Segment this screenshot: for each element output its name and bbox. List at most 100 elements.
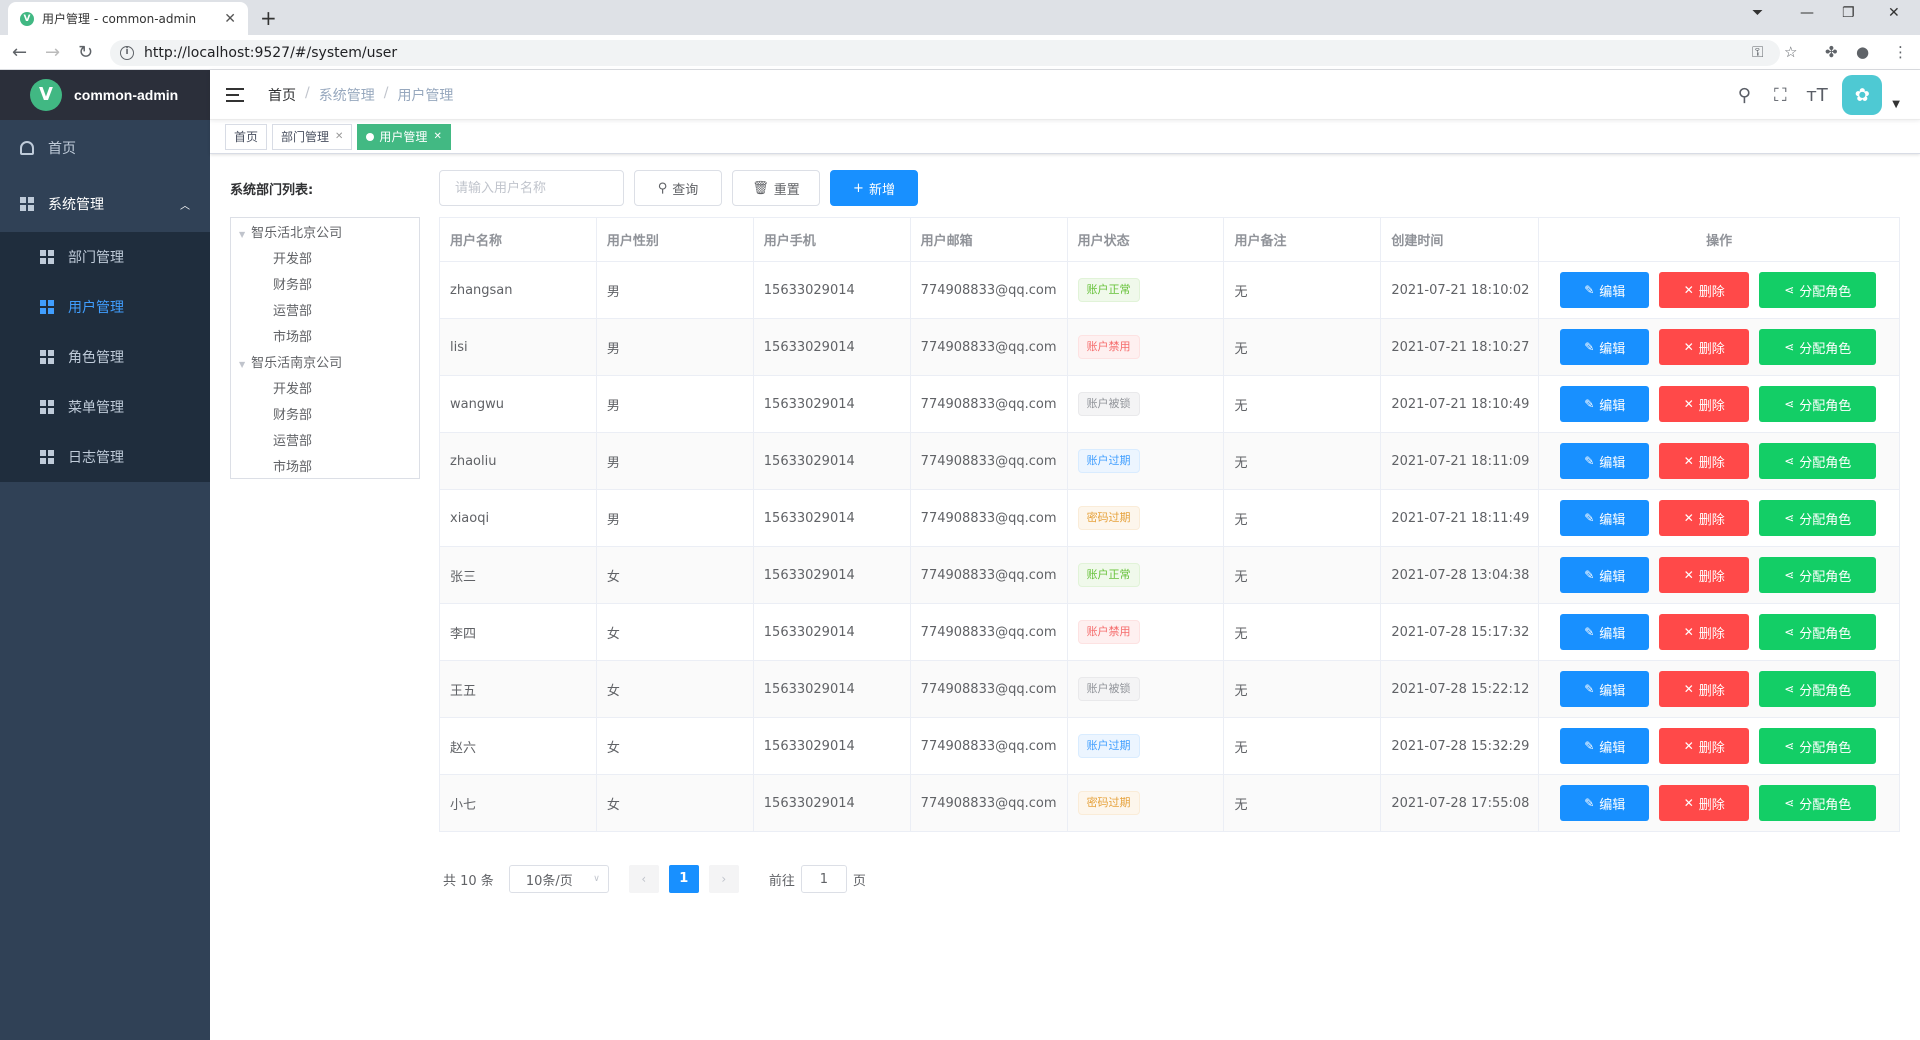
minimize-icon[interactable]: — [1800,5,1814,21]
site-info-icon[interactable]: i [120,46,134,60]
search-icon[interactable]: ⚲ [1734,85,1754,106]
delete-button[interactable]: ✕ 删除 [1659,614,1750,650]
assign-role-button[interactable]: ⋖ 分配角色 [1759,272,1877,308]
hamburger-icon[interactable] [226,87,244,102]
edit-button[interactable]: ✎ 编辑 [1560,443,1650,479]
page-size-select[interactable]: 10条/页 ∨ [508,865,609,893]
assign-role-button[interactable]: ⋖ 分配角色 [1759,728,1877,764]
sidebar-item-dept[interactable]: 部门管理 [0,232,210,282]
close-tag-icon[interactable]: ✕ [433,131,441,142]
tree-node-dept[interactable]: 运营部 [231,299,419,325]
tree-node-company[interactable]: ▼ 智乐活南京公司 [231,351,419,377]
gender-cell: 女 [596,661,754,718]
tree-node-company[interactable]: ▼ 智乐活北京公司 [231,221,419,247]
edit-button[interactable]: ✎ 编辑 [1560,386,1650,422]
edit-button[interactable]: ✎ 编辑 [1560,785,1650,821]
assign-role-button[interactable]: ⋖ 分配角色 [1759,671,1877,707]
tag-home[interactable]: 首页 [225,123,268,150]
tree-node-dept[interactable]: 开发部 [231,247,419,273]
reload-icon[interactable]: ↻ [78,42,93,63]
assign-role-button[interactable]: ⋖ 分配角色 [1759,329,1877,365]
reset-button[interactable]: 🗑 重置 [732,170,820,206]
delete-button[interactable]: ✕ 删除 [1659,386,1750,422]
forward-icon[interactable]: → [45,42,60,63]
logo[interactable]: V common-admin [0,70,210,120]
tree-node-dept[interactable]: 开发部 [231,377,419,403]
column-header: 用户性别 [596,218,754,262]
assign-role-button[interactable]: ⋖ 分配角色 [1759,443,1877,479]
bookmark-star-icon[interactable]: ☆ [1784,43,1797,61]
assign-role-button-label: 分配角色 [1799,284,1852,300]
profile-menu-icon[interactable]: ⏷ [1752,5,1763,21]
tree-node-dept[interactable]: 市场部 [231,455,419,481]
goto-page-input[interactable] [800,865,847,893]
edit-button[interactable]: ✎ 编辑 [1560,671,1650,707]
edit-button[interactable]: ✎ 编辑 [1560,500,1650,536]
account-icon[interactable]: ● [1856,43,1869,61]
delete-button[interactable]: ✕ 删除 [1659,557,1750,593]
caret-down-icon[interactable]: ▼ [1892,99,1900,110]
add-user-button[interactable]: + 新增 [830,170,918,206]
delete-button[interactable]: ✕ 删除 [1659,785,1750,821]
extensions-icon[interactable]: ✤ [1825,43,1838,61]
edit-icon: ✎ [1584,796,1595,810]
restore-icon[interactable]: ❐ [1842,5,1855,21]
assign-role-button[interactable]: ⋖ 分配角色 [1759,500,1877,536]
caret-down-icon[interactable]: ▼ [239,352,245,378]
edit-button[interactable]: ✎ 编辑 [1560,329,1650,365]
delete-button[interactable]: ✕ 删除 [1659,500,1750,536]
tree-node-dept[interactable]: 财务部 [231,273,419,299]
status-cell: 密码过期 [1067,775,1225,832]
close-tag-icon[interactable]: ✕ [335,131,343,142]
fullscreen-icon[interactable]: ⛶ [1770,85,1790,106]
tree-node-dept[interactable]: 运营部 [231,429,419,455]
avatar[interactable]: ✿ [1842,75,1883,115]
new-tab-icon[interactable]: + [260,6,277,30]
sidebar-item-log[interactable]: 日志管理 [0,432,210,482]
window-close-icon[interactable]: ✕ [1888,5,1900,21]
next-page-button[interactable]: › [708,865,739,893]
note-cell: 无 [1224,490,1382,547]
delete-button[interactable]: ✕ 删除 [1659,272,1750,308]
breadcrumb-separator: / [383,84,389,101]
back-icon[interactable]: ← [12,42,27,63]
url-field[interactable]: i http://localhost:9527/#/system/user [110,40,1780,66]
gender-cell: 男 [596,262,754,319]
font-size-icon[interactable]: ᴛT [1806,85,1827,106]
edit-button[interactable]: ✎ 编辑 [1560,557,1650,593]
assign-role-button[interactable]: ⋖ 分配角色 [1759,386,1877,422]
edit-button[interactable]: ✎ 编辑 [1560,728,1650,764]
query-button[interactable]: ⚲ 查询 [634,170,722,206]
gender-cell: 男 [596,319,754,376]
delete-button[interactable]: ✕ 删除 [1659,329,1750,365]
delete-button[interactable]: ✕ 删除 [1659,728,1750,764]
sidebar-item-role[interactable]: 角色管理 [0,332,210,382]
edit-button[interactable]: ✎ 编辑 [1560,272,1650,308]
key-icon[interactable]: ⚿ [1752,43,1763,61]
prev-page-button[interactable]: ‹ [628,865,659,893]
sidebar-item-menu[interactable]: 菜单管理 [0,382,210,432]
actions-cell: ✎ 编辑 ✕ 删除 ⋖ 分配角色 [1539,604,1900,661]
assign-role-button[interactable]: ⋖ 分配角色 [1759,557,1877,593]
edit-button[interactable]: ✎ 编辑 [1560,614,1650,650]
browser-tab[interactable]: V 用户管理 - common-admin ✕ [8,2,248,35]
tag-user[interactable]: 用户管理 ✕ [357,123,451,150]
breadcrumb-home[interactable]: 首页 [268,85,296,105]
tree-node-dept[interactable]: 财务部 [231,403,419,429]
delete-button[interactable]: ✕ 删除 [1659,443,1750,479]
page-number[interactable]: 1 [668,865,699,893]
caret-down-icon[interactable]: ▼ [239,222,245,248]
email-cell: 774908833@qq.com [910,661,1068,718]
tree-node-dept[interactable]: 市场部 [231,325,419,351]
assign-role-button[interactable]: ⋖ 分配角色 [1759,614,1877,650]
close-tab-icon[interactable]: ✕ [224,11,236,27]
delete-button[interactable]: ✕ 删除 [1659,671,1750,707]
assign-role-button[interactable]: ⋖ 分配角色 [1759,785,1877,821]
sidebar-item-label: 角色管理 [68,350,124,366]
more-icon[interactable]: ⋮ [1893,43,1908,61]
sidebar-item-system[interactable]: 系统管理 ︿ [0,176,210,232]
sidebar-item-user[interactable]: 用户管理 [0,282,210,332]
user-name-search-input[interactable] [439,170,624,206]
tag-dept[interactable]: 部门管理 ✕ [272,123,353,150]
sidebar-item-home[interactable]: 首页 [0,120,210,176]
